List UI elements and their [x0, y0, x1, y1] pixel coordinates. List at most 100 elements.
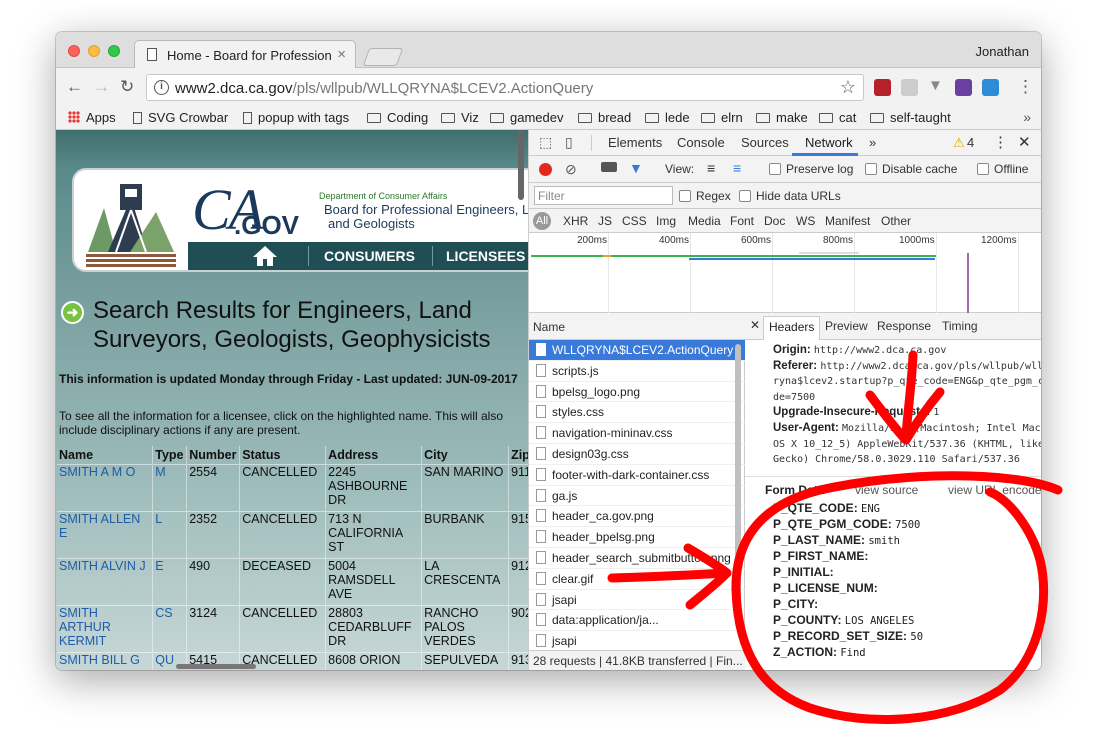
- info-icon[interactable]: i: [154, 80, 169, 95]
- warning-count[interactable]: 4: [967, 135, 974, 150]
- hide-data-urls-checkbox[interactable]: Hide data URLs: [739, 189, 841, 203]
- filter-media[interactable]: Media: [688, 214, 721, 228]
- tab-response[interactable]: Response: [877, 319, 931, 333]
- extension-icon[interactable]: [955, 79, 972, 96]
- filter-manifest[interactable]: Manifest: [825, 214, 870, 228]
- ublock-extension-icon[interactable]: [874, 79, 891, 96]
- preserve-log-checkbox[interactable]: Preserve log: [769, 162, 853, 176]
- request-row[interactable]: clear.gif: [529, 569, 745, 590]
- bookmark-folder-coding[interactable]: Coding: [367, 110, 428, 125]
- devtools-menu-icon[interactable]: ⋮: [993, 133, 1008, 151]
- record-icon[interactable]: [539, 163, 552, 176]
- view-url-encoded-link[interactable]: view URL encoded: [948, 483, 1041, 497]
- page-scrollbar[interactable]: [518, 130, 524, 200]
- tab-console[interactable]: Console: [677, 135, 725, 150]
- minimize-window-button[interactable]: [88, 45, 100, 57]
- bookmark-star-icon[interactable]: ☆: [840, 77, 856, 98]
- warning-icon[interactable]: ⚠: [953, 135, 965, 151]
- bookmark-svg-crowbar[interactable]: SVG Crowbar: [133, 110, 228, 125]
- tab-sources[interactable]: Sources: [741, 135, 789, 150]
- disable-cache-checkbox[interactable]: Disable cache: [865, 162, 957, 176]
- filter-icon[interactable]: ▼: [629, 160, 643, 176]
- more-tabs-icon[interactable]: »: [869, 135, 876, 150]
- request-row[interactable]: jsapi: [529, 590, 745, 611]
- vee-extension-icon[interactable]: ▼: [928, 77, 945, 94]
- close-details-icon[interactable]: ✕: [750, 318, 760, 332]
- request-row[interactable]: ga.js: [529, 486, 745, 507]
- offline-checkbox[interactable]: Offline: [977, 162, 1028, 176]
- filter-doc[interactable]: Doc: [764, 214, 785, 228]
- filter-css[interactable]: CSS: [622, 214, 647, 228]
- request-row[interactable]: header_bpelsg.png: [529, 527, 745, 548]
- bookmark-folder-self-taught[interactable]: self-taught: [870, 110, 951, 125]
- zoom-window-button[interactable]: [108, 45, 120, 57]
- name-column-header[interactable]: Name: [529, 313, 745, 340]
- request-list-scrollbar[interactable]: [735, 344, 741, 624]
- request-row-selected[interactable]: WLLQRYNA$LCEV2.ActionQuery: [529, 340, 745, 361]
- inspect-element-icon[interactable]: ⬚: [539, 134, 552, 151]
- home-icon[interactable]: [252, 245, 278, 267]
- browser-tab-active[interactable]: Home - Board for Professional ×: [134, 40, 356, 68]
- filter-font[interactable]: Font: [730, 214, 754, 228]
- bookmark-folder-lede[interactable]: lede: [645, 110, 690, 125]
- regex-checkbox[interactable]: Regex: [679, 189, 731, 203]
- form-data-section-title[interactable]: Form Data: [765, 483, 824, 497]
- bookmark-folder-cat[interactable]: cat: [819, 110, 856, 125]
- nav-consumers-link[interactable]: CONSUMERS: [324, 248, 415, 264]
- url-text[interactable]: www2.dca.ca.gov/pls/wllpub/WLLQRYNA$LCEV…: [175, 80, 593, 97]
- tab-elements[interactable]: Elements: [608, 135, 662, 150]
- tab-preview[interactable]: Preview: [825, 319, 868, 333]
- licensee-name-link[interactable]: SMITH ARTHUR KERMIT: [59, 606, 111, 648]
- request-row[interactable]: navigation-mininav.css: [529, 423, 745, 444]
- horizontal-scrollbar[interactable]: [176, 664, 256, 669]
- tab-network[interactable]: Network: [805, 135, 853, 150]
- address-bar[interactable]: i www2.dca.ca.gov/pls/wllpub/WLLQRYNA$LC…: [146, 74, 864, 101]
- clear-icon[interactable]: ⊘: [565, 161, 577, 178]
- waterfall-view-icon[interactable]: ≡: [733, 160, 741, 176]
- licensee-name-link[interactable]: SMITH A M O: [59, 465, 135, 479]
- more-bookmarks-icon[interactable]: »: [1023, 109, 1031, 125]
- bookmark-folder-bread[interactable]: bread: [578, 110, 631, 125]
- license-type-link[interactable]: L: [155, 512, 162, 526]
- skype-extension-icon[interactable]: [982, 79, 999, 96]
- request-row[interactable]: footer-with-dark-container.css: [529, 465, 745, 486]
- request-row[interactable]: header_search_submitbutton.png: [529, 548, 745, 569]
- bookmark-folder-elrn[interactable]: elrn: [701, 110, 743, 125]
- bookmark-folder-make[interactable]: make: [756, 110, 808, 125]
- tab-timing[interactable]: Timing: [942, 319, 978, 333]
- close-tab-icon[interactable]: ×: [337, 46, 346, 63]
- license-type-link[interactable]: E: [155, 559, 163, 573]
- screenshot-camera-icon[interactable]: [601, 162, 617, 172]
- view-source-link[interactable]: view source: [855, 483, 918, 497]
- nav-licensees-link[interactable]: LICENSEES: [446, 248, 525, 264]
- request-row[interactable]: jsapi: [529, 631, 745, 652]
- bookmark-popup-with-tags[interactable]: popup with tags: [243, 110, 349, 125]
- licensee-name-link[interactable]: SMITH ALVIN J: [59, 559, 146, 573]
- license-type-link[interactable]: QU: [155, 653, 174, 667]
- profile-name[interactable]: Jonathan: [976, 44, 1030, 59]
- close-window-button[interactable]: [68, 45, 80, 57]
- filter-input[interactable]: Filter: [534, 186, 673, 205]
- network-overview-timeline[interactable]: 200ms 400ms 600ms 800ms 1000ms 1200ms: [529, 233, 1041, 313]
- filter-ws[interactable]: WS: [796, 214, 815, 228]
- back-icon[interactable]: ←: [66, 77, 83, 97]
- new-tab-button[interactable]: [362, 48, 404, 66]
- device-toolbar-icon[interactable]: ▯: [565, 134, 573, 151]
- request-row[interactable]: scripts.js: [529, 361, 745, 382]
- filter-xhr[interactable]: XHR: [563, 214, 588, 228]
- filter-other[interactable]: Other: [881, 214, 911, 228]
- filter-js[interactable]: JS: [598, 214, 612, 228]
- filter-img[interactable]: Img: [656, 214, 676, 228]
- forward-icon[interactable]: →: [93, 77, 110, 97]
- tab-headers[interactable]: Headers: [763, 316, 821, 340]
- request-row[interactable]: data:application/ja...: [529, 610, 745, 632]
- chrome-menu-icon[interactable]: ⋮: [1017, 77, 1034, 97]
- bookmark-apps[interactable]: Apps: [68, 110, 116, 125]
- filter-all[interactable]: All: [533, 212, 551, 230]
- extension-icon[interactable]: [901, 79, 918, 96]
- bookmark-folder-gamedev[interactable]: gamedev: [490, 110, 563, 125]
- close-devtools-icon[interactable]: ✕: [1018, 133, 1031, 151]
- request-row[interactable]: design03g.css: [529, 444, 745, 465]
- reload-icon[interactable]: ↻: [120, 77, 134, 97]
- license-type-link[interactable]: M: [155, 465, 165, 479]
